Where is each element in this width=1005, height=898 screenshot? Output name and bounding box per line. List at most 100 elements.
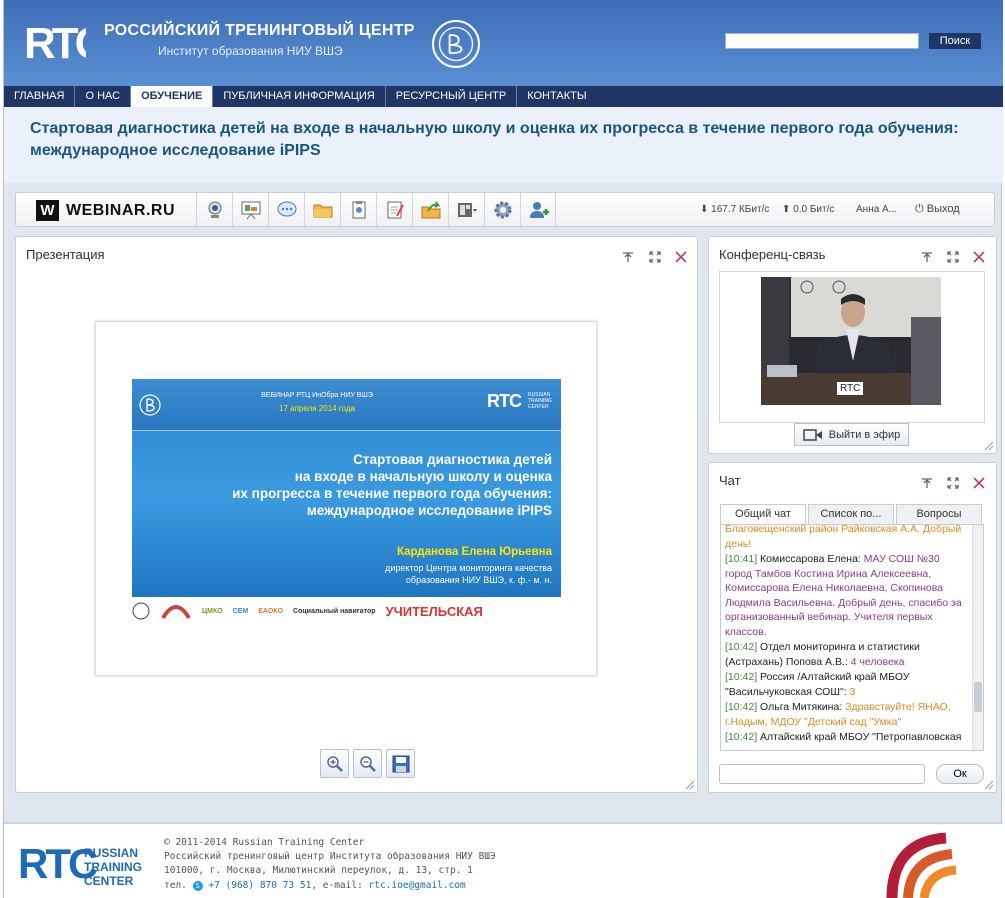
files-button[interactable] bbox=[304, 193, 340, 226]
chat-message: [10:42] Россия /Алтайский край МБОУ "Вас… bbox=[725, 670, 969, 699]
partner-cmko: ЦМКО bbox=[202, 607, 223, 615]
search-button[interactable]: Поиск bbox=[929, 33, 981, 49]
power-icon: ⏻ bbox=[915, 203, 924, 215]
nav-item-contacts[interactable]: КОНТАКТЫ bbox=[517, 86, 596, 107]
webinar-logo-letter: W bbox=[36, 200, 59, 221]
footer-info: © 2011-2014 Russian Training Center Росс… bbox=[164, 836, 496, 893]
org-title: РОССИЙСКИЙ ТРЕНИНГОВЫЙ ЦЕНТР bbox=[104, 22, 415, 39]
partner-cem: CEM bbox=[232, 607, 249, 615]
pin-icon[interactable] bbox=[920, 250, 934, 264]
slide-role: директор Центра мониторинга качества обр… bbox=[282, 562, 552, 586]
current-user[interactable]: Анна А... bbox=[856, 204, 897, 215]
pin-icon[interactable] bbox=[621, 250, 635, 264]
save-icon bbox=[392, 755, 409, 772]
page-title: Стартовая диагностика детей на входе в н… bbox=[30, 120, 959, 159]
chat-message: [10:42] Алтайский край МБОУ "Петропавлов… bbox=[725, 730, 969, 745]
notes-button[interactable] bbox=[376, 193, 412, 226]
conference-title: Конференц-связь bbox=[719, 247, 826, 262]
message-author: Комиссарова Елена: bbox=[760, 553, 861, 565]
close-icon[interactable] bbox=[674, 250, 688, 264]
message-text: МАУ СОШ №30 город Тамбов Костина Ирина А… bbox=[725, 553, 962, 638]
footer-phone[interactable]: +7 (968) 870 73 51 bbox=[208, 880, 311, 891]
slide: ВЕБИНАР РТЦ ИнОбра НИУ ВШЭ 17 апреля 201… bbox=[132, 379, 561, 597]
footer-phone-prefix: тел. bbox=[164, 879, 187, 891]
institute-badge-icon[interactable] bbox=[886, 832, 968, 898]
camera-button[interactable] bbox=[196, 193, 232, 226]
message-author: Ольга Митякина: bbox=[760, 701, 843, 713]
nav-item-home[interactable]: ГЛАВНАЯ bbox=[4, 86, 76, 107]
chat-scrollbar-thumb[interactable] bbox=[974, 682, 982, 712]
video-stream[interactable]: RTC bbox=[761, 277, 941, 405]
footer-logo-text: RUSSIAN TRAINING CENTER bbox=[84, 846, 164, 888]
exit-button[interactable]: ⏻ Выход bbox=[915, 203, 960, 216]
send-button[interactable]: Ок bbox=[936, 764, 984, 784]
add-user-icon bbox=[530, 201, 549, 218]
notes-icon bbox=[387, 201, 404, 218]
chat-log[interactable]: Благовещенский район Райковская А.А. Доб… bbox=[720, 524, 984, 751]
nav-item-resource-center[interactable]: РЕСУРСНЫЙ ЦЕНТР bbox=[386, 86, 518, 107]
zoom-in-button[interactable] bbox=[320, 749, 349, 778]
expand-icon[interactable] bbox=[946, 476, 960, 490]
presentation-title: Презентация bbox=[26, 247, 105, 262]
share-icon bbox=[421, 200, 440, 218]
save-button[interactable] bbox=[386, 749, 415, 778]
slide-partners: ЦМКО CEM ЕАОКО Социальный навигатор УЧИТ… bbox=[132, 600, 561, 622]
tests-button[interactable] bbox=[340, 193, 376, 226]
partner-eaoko: ЕАОКО bbox=[258, 607, 284, 615]
settings-button[interactable] bbox=[484, 193, 520, 226]
share-button[interactable] bbox=[412, 193, 448, 226]
skype-icon: S bbox=[192, 880, 203, 891]
footer-org: Российский тренинговый центр Института о… bbox=[164, 851, 496, 863]
footer-copyright: © 2011-2014 Russian Training Center bbox=[164, 837, 365, 848]
slide-main-line: на входе в начальную школу и оценка bbox=[294, 469, 552, 484]
expand-icon[interactable] bbox=[648, 250, 662, 264]
slide-viewport: ВЕБИНАР РТЦ ИнОбра НИУ ВШЭ 17 апреля 201… bbox=[95, 321, 597, 676]
pin-icon[interactable] bbox=[920, 476, 934, 490]
slide-main-line: Стартовая диагностика детей bbox=[353, 452, 552, 467]
tab-questions[interactable]: Вопросы bbox=[896, 504, 982, 524]
search-input[interactable] bbox=[725, 33, 919, 49]
footer-address: 101000, г. Москва, Милютинский переулок,… bbox=[164, 865, 473, 877]
settings-icon bbox=[494, 201, 511, 218]
chat-title: Чат bbox=[719, 473, 741, 488]
slide-role-line: директор Центра мониторинга качества bbox=[385, 563, 552, 573]
tab-general-chat[interactable]: Общий чат bbox=[720, 504, 806, 524]
expand-icon[interactable] bbox=[946, 250, 960, 264]
nav-item-public-info[interactable]: ПУБЛИЧНАЯ ИНФОРМАЦИЯ bbox=[213, 86, 386, 107]
chat-message: [10:42] Ольга Митякина: Здравствуйте! ЯН… bbox=[725, 700, 969, 729]
webinar-logo: W WEBINAR.RU bbox=[36, 200, 175, 221]
chat-scrollbar[interactable] bbox=[972, 525, 983, 750]
chat-message: [10:42] Отдел мониторинга и статистики (… bbox=[725, 640, 969, 669]
presentation-button[interactable] bbox=[232, 193, 268, 226]
footer-email[interactable]: rtc.ioe@gmail.com bbox=[369, 880, 466, 891]
clipboard-icon bbox=[352, 200, 365, 218]
rtc-logo[interactable]: RTC bbox=[22, 14, 86, 70]
page-frame: RTC РОССИЙСКИЙ ТРЕНИНГОВЫЙ ЦЕНТР Институ… bbox=[3, 0, 1003, 898]
chat-tabs: Общий чат Список по... Вопросы bbox=[720, 504, 984, 524]
nav-item-education[interactable]: ОБУЧЕНИЕ bbox=[131, 86, 214, 107]
main-nav: ГЛАВНАЯ О НАС ОБУЧЕНИЕ ПУБЛИЧНАЯ ИНФОРМА… bbox=[4, 86, 1003, 107]
resize-handle-icon[interactable] bbox=[685, 780, 695, 790]
download-speed: ⬇ 167.7 КБит/с bbox=[700, 204, 770, 215]
resize-handle-icon[interactable] bbox=[984, 441, 994, 451]
layout-button[interactable] bbox=[448, 193, 484, 226]
site-footer: RTC RUSSIAN TRAINING CENTER © 2011-2014 … bbox=[4, 824, 1003, 898]
zoom-out-button[interactable] bbox=[353, 749, 382, 778]
go-on-air-button[interactable]: Выйти в эфир bbox=[794, 423, 909, 446]
invite-button[interactable] bbox=[520, 193, 556, 226]
chat-message-input[interactable] bbox=[719, 764, 925, 784]
slide-rtc-logo: RTC bbox=[487, 391, 522, 411]
resize-handle-icon[interactable] bbox=[984, 780, 994, 790]
chat-button[interactable] bbox=[268, 193, 304, 226]
message-time: [10:42] bbox=[725, 641, 758, 653]
close-icon[interactable] bbox=[972, 250, 986, 264]
close-icon[interactable] bbox=[972, 476, 986, 490]
slide-role-line: образования НИУ ВШЭ, к. ф.- м. н. bbox=[405, 575, 552, 585]
zoom-out-icon bbox=[359, 755, 376, 772]
video-camera-icon bbox=[803, 428, 822, 441]
zoom-controls bbox=[320, 749, 415, 778]
tab-participants[interactable]: Список по... bbox=[808, 504, 894, 524]
upload-speed: ⬆ 0.0 Бит/с bbox=[782, 204, 835, 215]
nav-item-about[interactable]: О НАС bbox=[75, 86, 132, 107]
footer-logo-line: TRAINING bbox=[84, 860, 142, 874]
